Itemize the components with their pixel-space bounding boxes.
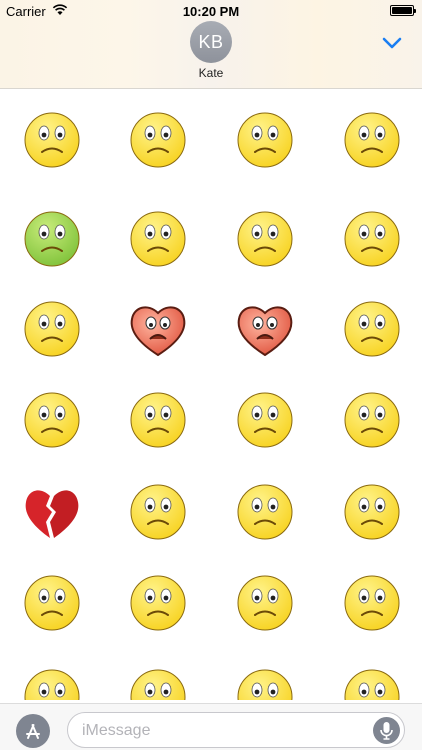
avatar[interactable]: KB: [190, 21, 232, 63]
red-eyed-emoji-icon[interactable]: [20, 571, 84, 635]
message-placeholder: iMessage: [82, 722, 151, 739]
frustrated-emoji-icon[interactable]: [126, 571, 190, 635]
dictation-button[interactable]: [373, 717, 400, 744]
thumbs-down-worried-emoji-icon[interactable]: [20, 108, 84, 172]
sick-green-emoji-icon[interactable]: [20, 207, 84, 271]
clock: 10:20 PM: [182, 4, 240, 19]
crying-grimace-emoji-icon[interactable]: [233, 108, 297, 172]
conversation-header: Carrier 10:20 PM KB Kate: [0, 0, 422, 89]
broken-heart-icon[interactable]: [20, 480, 84, 544]
heart-crying-icon[interactable]: [233, 297, 297, 361]
nervous-wavy-mouth-emoji-icon[interactable]: [340, 207, 404, 271]
worried-emoji-icon[interactable]: [126, 108, 190, 172]
battery-icon: [390, 5, 416, 16]
sad-smile-emoji-icon[interactable]: [233, 388, 297, 452]
disgusted-tongue-emoji-icon[interactable]: [340, 297, 404, 361]
wide-eyed-emoji-icon[interactable]: [233, 665, 297, 700]
chevron-down-icon[interactable]: [382, 36, 402, 50]
eye-roll-frown-emoji-icon[interactable]: [340, 388, 404, 452]
sad-brows-emoji-icon[interactable]: [233, 480, 297, 544]
microphone-icon: [380, 722, 393, 740]
crying-closed-eyes-emoji-icon[interactable]: [126, 480, 190, 544]
thumbs-down-blue-eyes-emoji-icon[interactable]: [20, 297, 84, 361]
tongue-out-emoji-icon[interactable]: [340, 480, 404, 544]
heart-tongue-out-icon[interactable]: [126, 297, 190, 361]
app-store-icon: [26, 724, 40, 739]
teary-frown-emoji-icon[interactable]: [20, 388, 84, 452]
eye-roll-emoji-icon[interactable]: [126, 388, 190, 452]
squint-emoji-icon[interactable]: [340, 665, 404, 700]
status-bar: Carrier 10:20 PM: [0, 0, 422, 22]
message-field[interactable]: iMessage: [67, 712, 405, 748]
app-store-button[interactable]: [16, 714, 50, 748]
wide-eyed-emoji-icon[interactable]: [20, 665, 84, 700]
sticker-grid: [0, 90, 422, 700]
contact-name[interactable]: Kate: [0, 66, 422, 80]
wink-thumbs-up-emoji-icon[interactable]: [233, 571, 297, 635]
message-input-bar: iMessage: [0, 703, 422, 750]
cracked-face-emoji-icon[interactable]: [340, 108, 404, 172]
sad-emoji-icon[interactable]: [233, 207, 297, 271]
squint-emoji-icon[interactable]: [126, 665, 190, 700]
big-grin-emoji-icon[interactable]: [340, 571, 404, 635]
crying-puddle-emoji-icon[interactable]: [126, 207, 190, 271]
